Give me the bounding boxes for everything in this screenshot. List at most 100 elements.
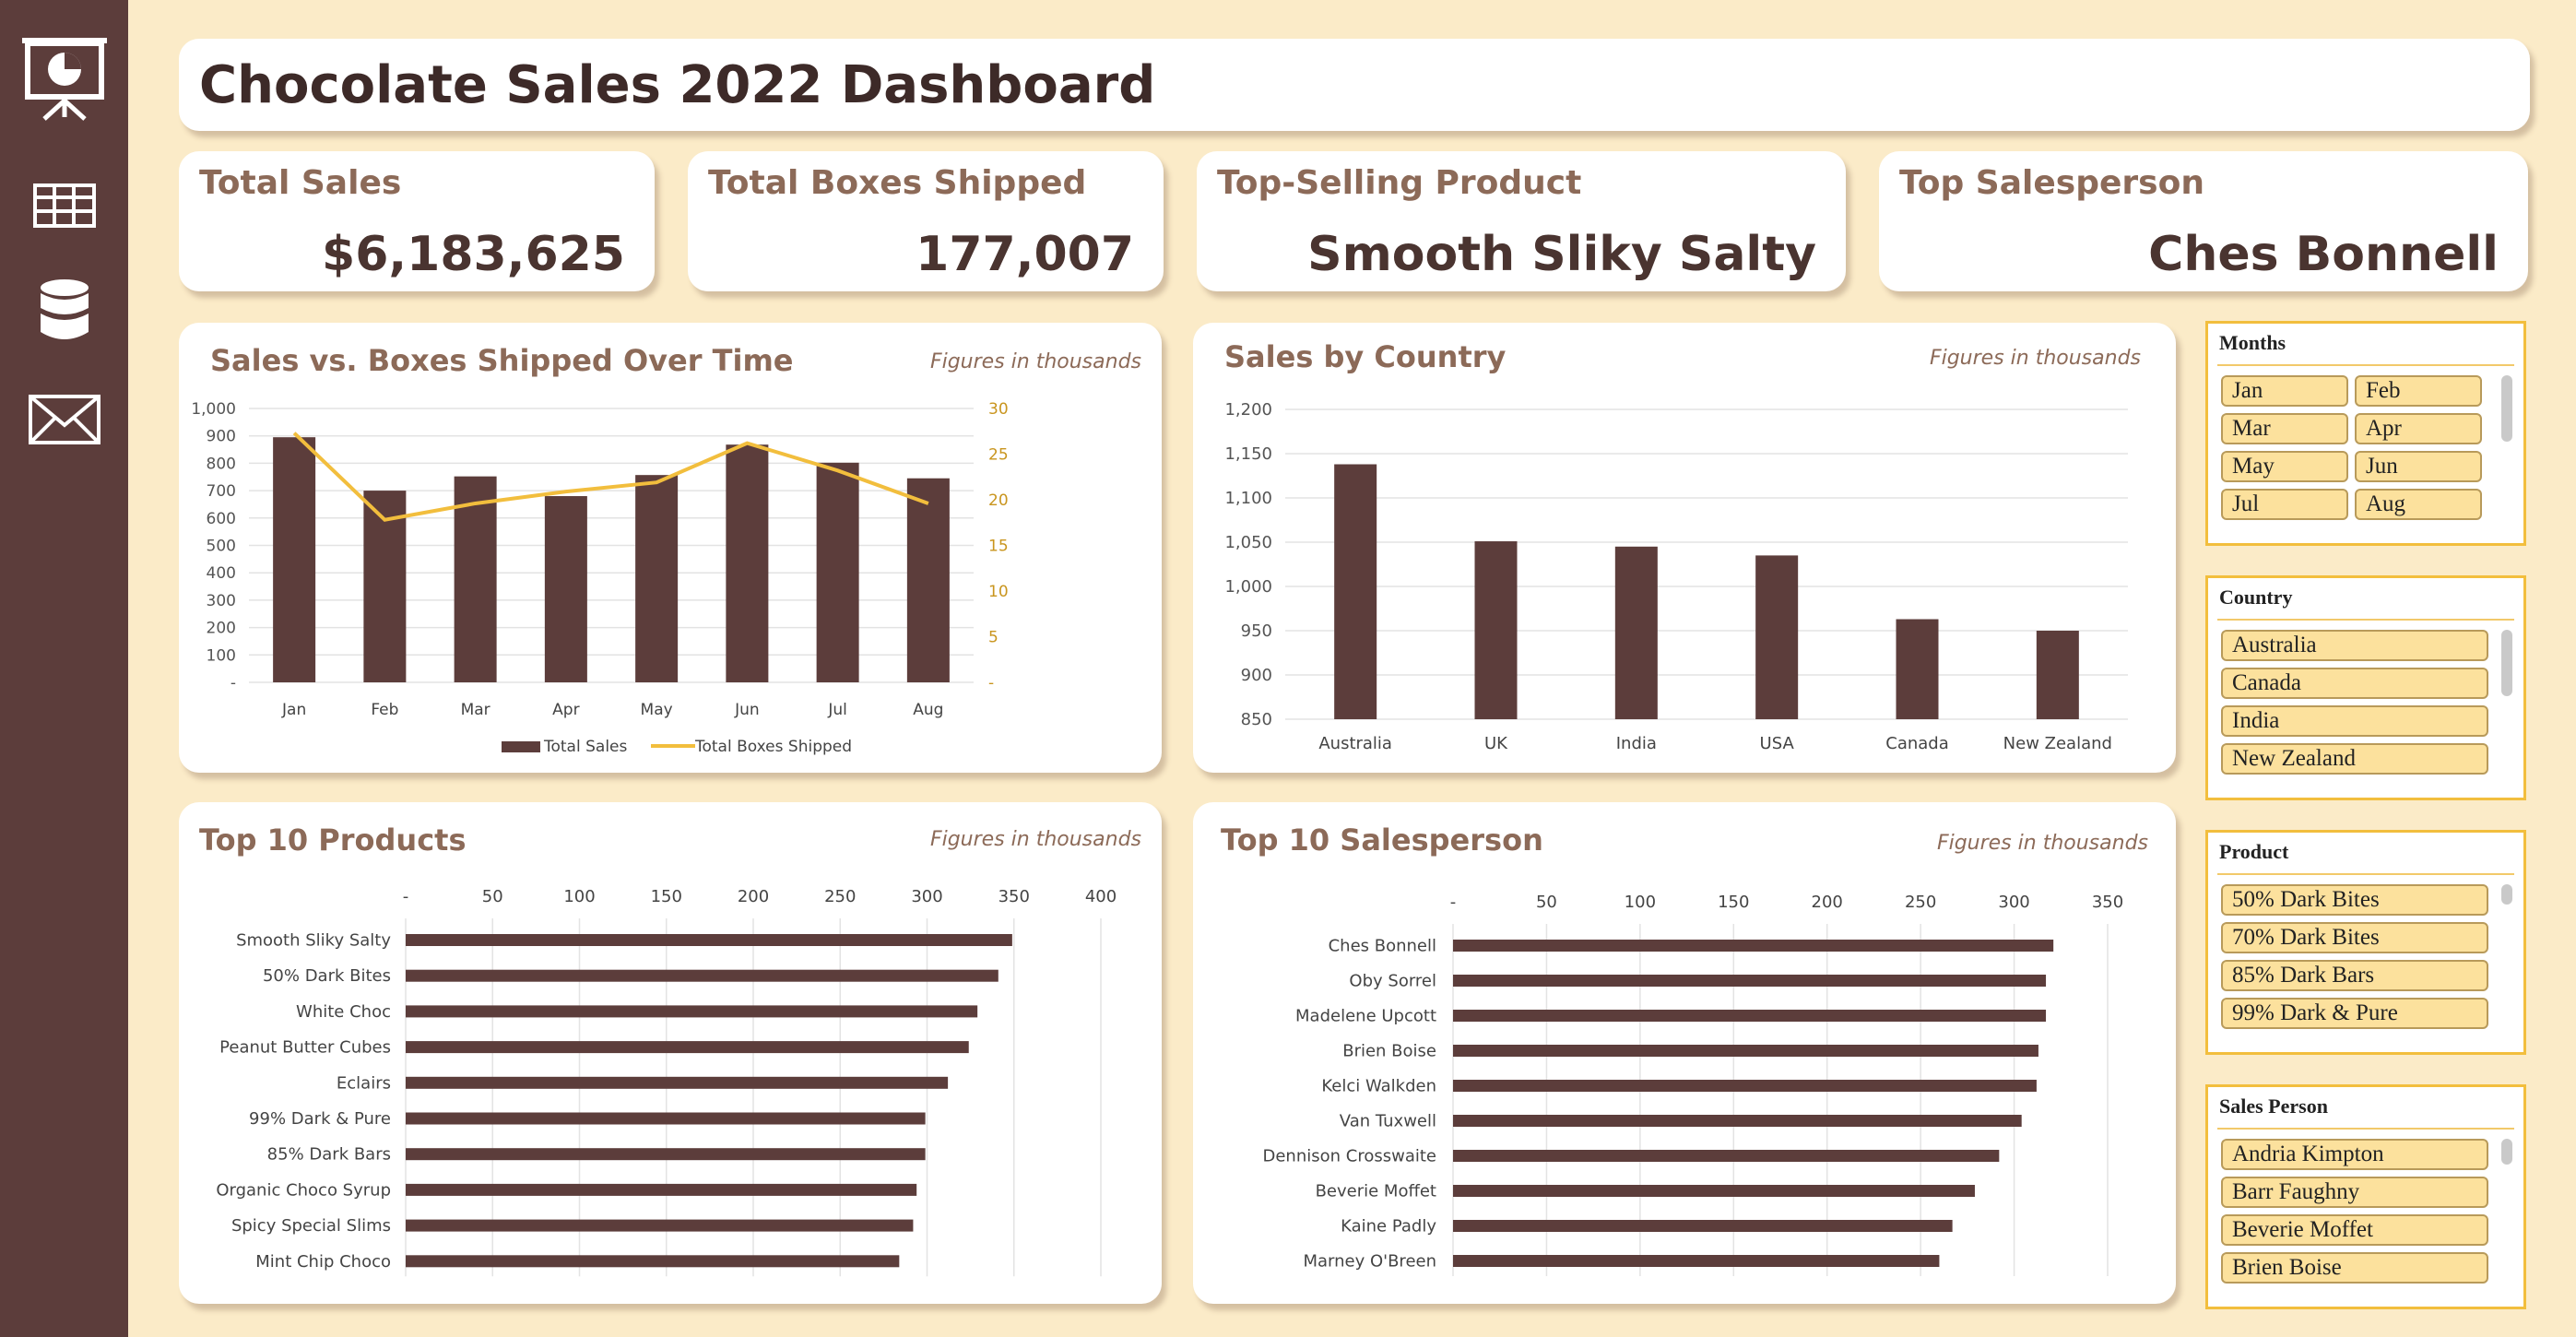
- y-tick-label: 1,100: [1224, 489, 1272, 508]
- slicer-scrollbar[interactable]: [2501, 630, 2512, 696]
- slicer-item-india[interactable]: India: [2221, 705, 2488, 737]
- slicer-item-australia[interactable]: Australia: [2221, 630, 2488, 661]
- bar-jun: [726, 444, 769, 682]
- bar-mint-chip-choco: [406, 1255, 900, 1268]
- slicer-item-feb[interactable]: Feb: [2355, 375, 2482, 407]
- category-label: Peanut Butter Cubes: [219, 1038, 391, 1058]
- kpi-value: $6,183,625: [322, 227, 625, 282]
- kpi-label: Total Sales: [199, 164, 402, 202]
- slicer-item-apr[interactable]: Apr: [2355, 413, 2482, 444]
- slicer-item-brien-boise[interactable]: Brien Boise: [2221, 1252, 2488, 1284]
- bar-50-dark-bites: [406, 969, 998, 982]
- y-tick-label: 1,200: [1224, 400, 1272, 420]
- country-slicer: Country Australia Canada India New Zeala…: [2205, 575, 2526, 800]
- database-icon[interactable]: [17, 269, 112, 352]
- bar-dennison-crosswaite: [1453, 1150, 2000, 1162]
- slicer-item-jun[interactable]: Jun: [2355, 451, 2482, 482]
- sales-person-slicer: Sales Person Andria Kimpton Barr Faughny…: [2205, 1084, 2526, 1309]
- x-tick-label: -: [1450, 893, 1457, 912]
- kpi-label: Top-Selling Product: [1217, 164, 1582, 202]
- slicer-item-barr-faughny[interactable]: Barr Faughny: [2221, 1177, 2488, 1208]
- top-salesperson-card: Top 10 Salesperson Figures in thousands …: [1193, 802, 2176, 1304]
- y-tick-label: 1,000: [1224, 577, 1272, 597]
- y-tick-label: 1,150: [1224, 444, 1272, 464]
- slicer-items: 50% Dark Bites 70% Dark Bites 85% Dark B…: [2221, 884, 2488, 1029]
- category-label: White Choc: [296, 1002, 391, 1022]
- x-tick-label: 350: [2092, 893, 2123, 912]
- x-tick-label: USA: [1760, 734, 1795, 753]
- y-tick-label: 500: [207, 538, 236, 556]
- category-label: Smooth Sliky Salty: [236, 931, 391, 951]
- bar-smooth-sliky-salty: [406, 934, 1012, 946]
- x-tick-label: 50: [482, 887, 503, 906]
- category-label: Organic Choco Syrup: [216, 1180, 391, 1200]
- y2-tick-label: 5: [988, 629, 998, 647]
- slicer-item-beverie-moffet[interactable]: Beverie Moffet: [2221, 1214, 2488, 1246]
- bar-india: [1614, 546, 1658, 719]
- y-tick-label: 800: [207, 455, 236, 473]
- bar-ches-bonnell: [1453, 940, 2054, 952]
- sales-by-country-card: Sales by Country Figures in thousands 85…: [1193, 323, 2176, 773]
- category-label: Eclairs: [337, 1073, 391, 1093]
- x-tick-label: Australia: [1318, 734, 1392, 753]
- bar-eclairs: [406, 1076, 949, 1089]
- legend-swatch-sales: [502, 741, 540, 752]
- x-tick-label: 400: [1085, 887, 1117, 906]
- top-salesperson-chart: - 50 100 150 200 250 300 350 Ches Bonnell Oby Sor…: [1263, 893, 2123, 1276]
- bar-kaine-padly: [1453, 1220, 1953, 1232]
- slicer-scrollbar[interactable]: [2501, 375, 2512, 442]
- category-label: Madelene Upcott: [1295, 1007, 1436, 1026]
- slicer-item-canada[interactable]: Canada: [2221, 668, 2488, 699]
- bar-beverie-moffet: [1453, 1185, 1975, 1197]
- category-label: Mint Chip Choco: [255, 1252, 391, 1272]
- slicer-item-aug[interactable]: Aug: [2355, 489, 2482, 520]
- slicer-item-99-dark-pure[interactable]: 99% Dark & Pure: [2221, 998, 2488, 1029]
- slicer-item-new-zealand[interactable]: New Zealand: [2221, 743, 2488, 775]
- x-tick-label: Jan: [281, 701, 306, 719]
- x-tick-label: 200: [1812, 893, 1843, 912]
- slicer-divider: [2217, 619, 2514, 621]
- y2-tick-label: 15: [988, 538, 1009, 556]
- slicer-scrollbar[interactable]: [2501, 1139, 2512, 1165]
- slicer-title: Country: [2219, 586, 2293, 609]
- x-tick-label: Feb: [371, 701, 398, 719]
- bar-may: [635, 475, 679, 682]
- slicer-item-jan[interactable]: Jan: [2221, 375, 2348, 407]
- sales-by-country-chart: 850 900 950 1,000 1,050 1,100 1,150 1,200 Austra…: [1224, 400, 2128, 753]
- x-tick-label: 150: [1718, 893, 1749, 912]
- kpi-value: 177,007: [916, 227, 1134, 282]
- envelope-icon[interactable]: [17, 378, 112, 461]
- x-tick-label: Jun: [734, 701, 760, 719]
- y-tick-label: 300: [207, 592, 236, 610]
- category-label: Brien Boise: [1342, 1042, 1436, 1061]
- x-tick-label: Jul: [827, 701, 847, 719]
- bar-usa: [1755, 555, 1799, 719]
- category-label: Kaine Padly: [1341, 1217, 1436, 1236]
- slicer-item-mar[interactable]: Mar: [2221, 413, 2348, 444]
- y-tick-label: 850: [1241, 710, 1272, 729]
- months-slicer: Months Jan Feb Mar Apr May Jun Jul Aug: [2205, 321, 2526, 546]
- y-tick-label: 1,000: [191, 400, 236, 419]
- slicer-item-may[interactable]: May: [2221, 451, 2348, 482]
- x-tick-label: 100: [1625, 893, 1656, 912]
- slicer-item-50-dark-bites[interactable]: 50% Dark Bites: [2221, 884, 2488, 916]
- kpi-label: Top Salesperson: [1899, 164, 2204, 202]
- top-products-chart: - 50 100 150 200 250 300 350 400 Smooth Sliky Sal…: [216, 887, 1117, 1277]
- slicer-scrollbar[interactable]: [2501, 884, 2512, 905]
- bar-organic-choco-syrup: [406, 1183, 917, 1196]
- kpi-top-product: Top-Selling Product Smooth Sliky Salty: [1197, 151, 1846, 291]
- x-tick-label: 250: [824, 887, 856, 906]
- table-grid-icon[interactable]: [17, 164, 112, 247]
- slicer-item-85-dark-bars[interactable]: 85% Dark Bars: [2221, 960, 2488, 991]
- presentation-chart-icon[interactable]: [17, 35, 112, 121]
- slicer-item-jul[interactable]: Jul: [2221, 489, 2348, 520]
- y-tick-label: 1,050: [1224, 533, 1272, 552]
- slicer-item-70-dark-bites[interactable]: 70% Dark Bites: [2221, 922, 2488, 953]
- slicer-items: Andria Kimpton Barr Faughny Beverie Moff…: [2221, 1139, 2488, 1284]
- category-label: Kelci Walkden: [1321, 1077, 1436, 1096]
- bar-jan: [273, 437, 316, 682]
- slicer-item-andria-kimpton[interactable]: Andria Kimpton: [2221, 1139, 2488, 1170]
- title-card: Chocolate Sales 2022 Dashboard: [179, 39, 2530, 131]
- category-label: Van Tuxwell: [1340, 1112, 1436, 1131]
- sales-vs-boxes-card: Sales vs. Boxes Shipped Over Time Figure…: [179, 323, 1162, 773]
